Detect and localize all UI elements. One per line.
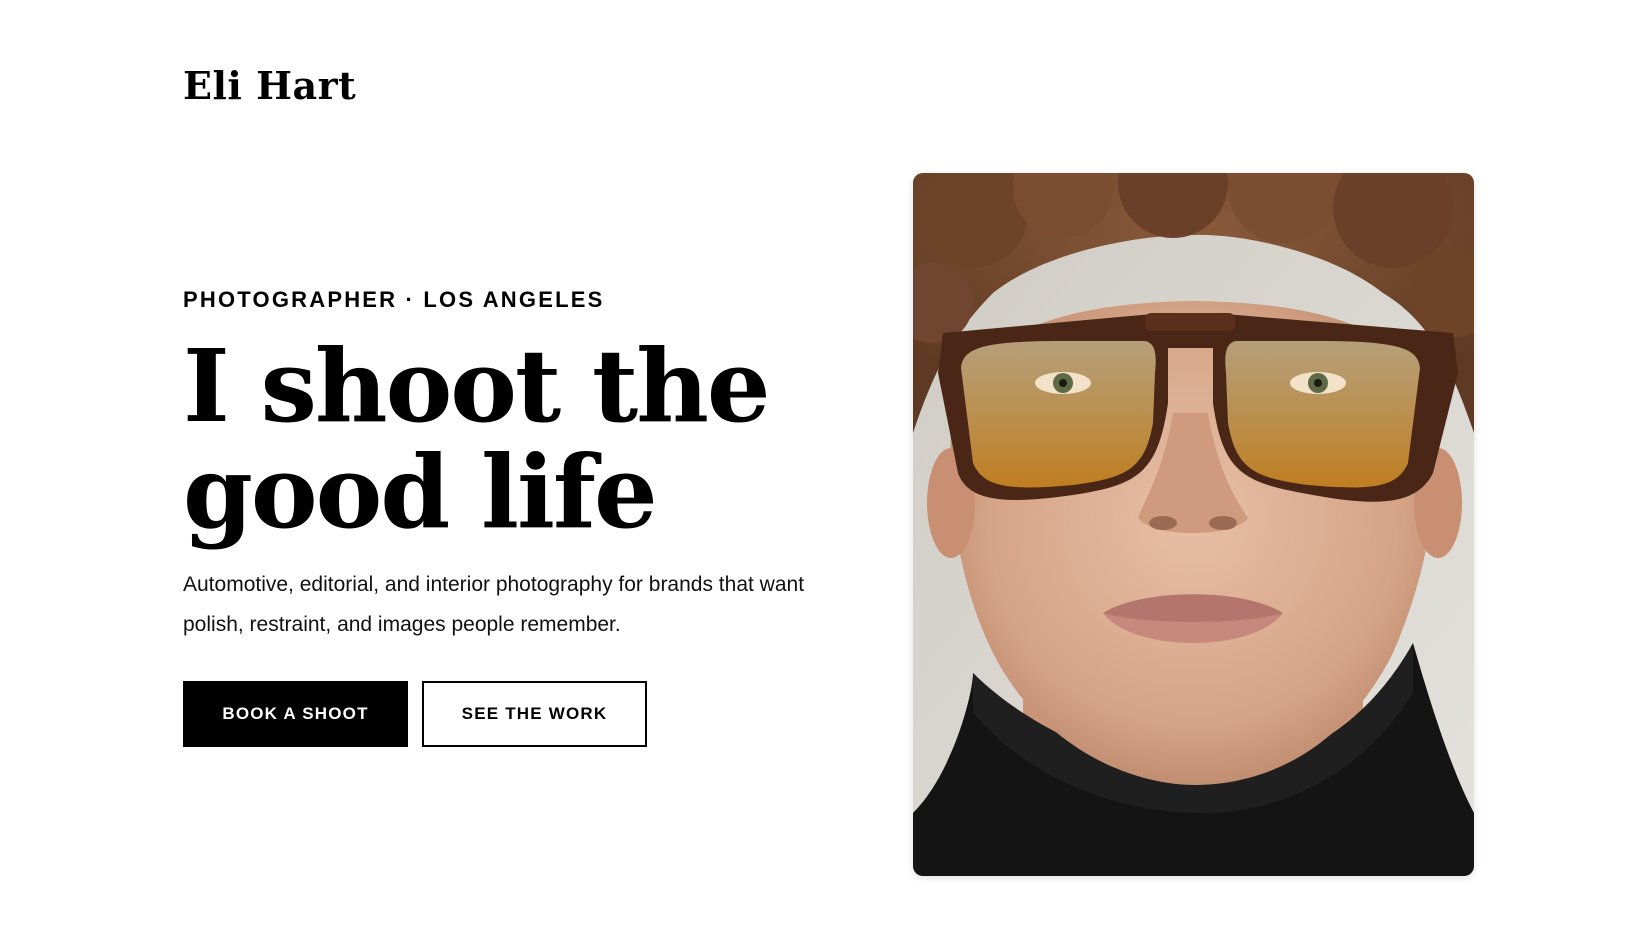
- hero-headline: I shoot the good life: [183, 333, 823, 545]
- hero-portrait-image: [913, 173, 1474, 876]
- hero-subcopy: Automotive, editorial, and interior phot…: [183, 573, 805, 636]
- see-the-work-button[interactable]: SEE THE WORK: [422, 681, 647, 747]
- site-logo[interactable]: Eli Hart: [183, 60, 356, 112]
- hero-eyebrow: PHOTOGRAPHER · LOS ANGELES: [183, 287, 605, 312]
- hero-headline-line-1: I shoot the: [183, 327, 771, 445]
- hero-headline-line-2: good life: [183, 433, 658, 551]
- hero-text-block: PHOTOGRAPHER · LOS ANGELES I shoot the g…: [183, 285, 823, 747]
- hero-cta-row: BOOK A SHOOT SEE THE WORK: [183, 681, 823, 747]
- book-a-shoot-button[interactable]: BOOK A SHOOT: [183, 681, 408, 747]
